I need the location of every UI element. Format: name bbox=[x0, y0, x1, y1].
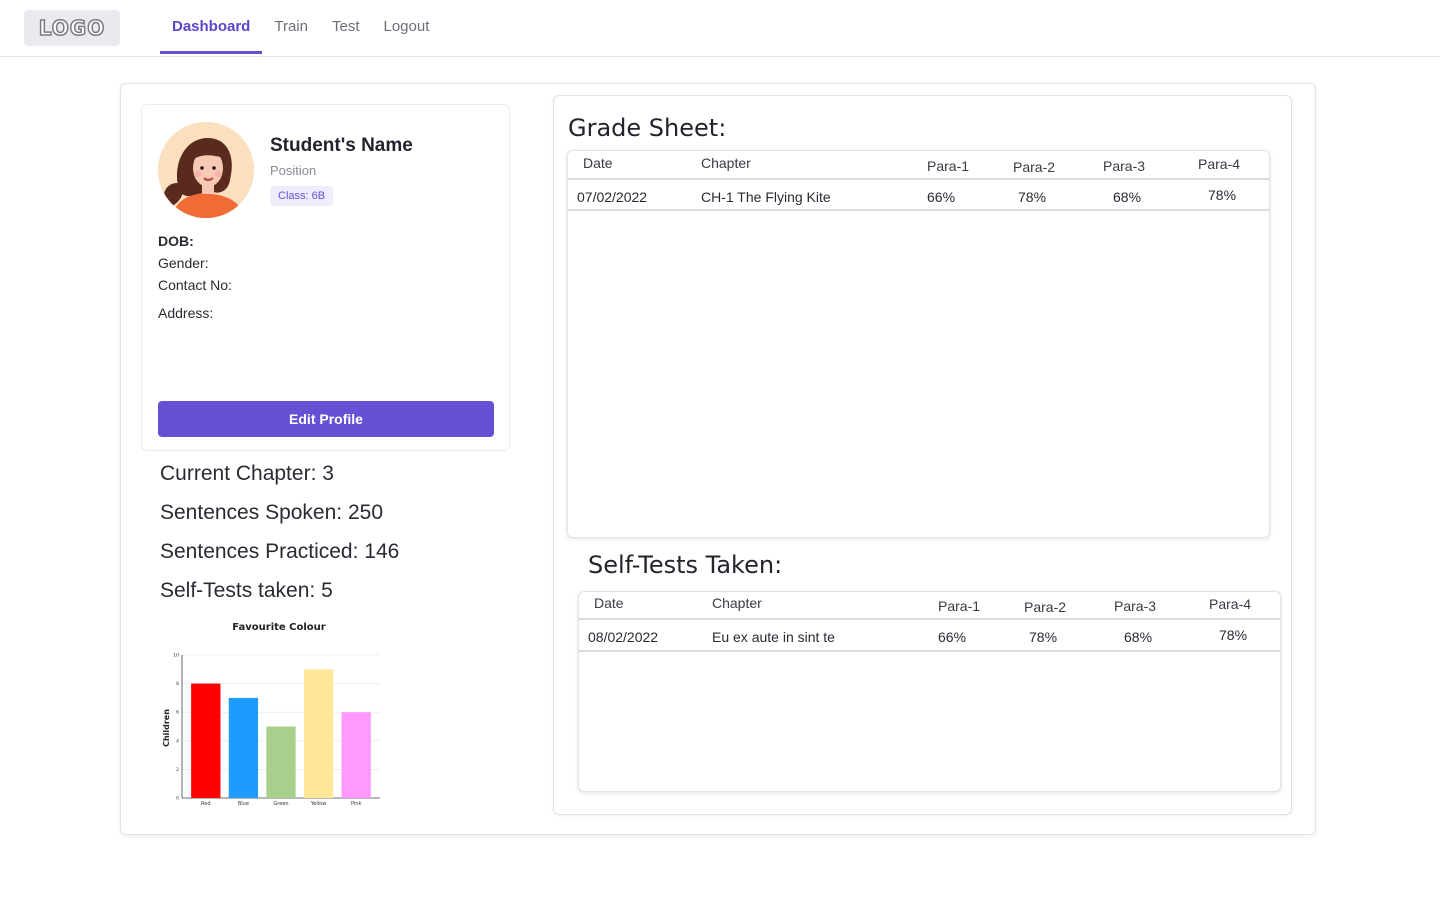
grade-cell-para4: 78% bbox=[1208, 187, 1237, 203]
grade-header-para4: Para-4 bbox=[1198, 156, 1241, 172]
grade-header-date: Date bbox=[583, 155, 613, 171]
grade-header-para3: Para-3 bbox=[1103, 158, 1146, 174]
chart-y-tick-label: 4 bbox=[176, 738, 179, 744]
selftest-header-para1: Para-1 bbox=[938, 598, 981, 614]
selftest-cell-chapter: Eu ex aute in sint te bbox=[712, 629, 835, 645]
contact-label: Contact No: bbox=[158, 277, 232, 293]
student-position: Position bbox=[270, 163, 317, 178]
grade-header-para1: Para-1 bbox=[927, 158, 970, 174]
self-tests-stat: Self-Tests taken: 5 bbox=[160, 579, 333, 602]
chart-bar-blue bbox=[228, 697, 259, 798]
avatar bbox=[158, 122, 254, 218]
sentences-spoken-stat: Sentences Spoken: 250 bbox=[160, 501, 384, 524]
selftest-cell-para3: 68% bbox=[1124, 629, 1153, 645]
selftest-row-divider bbox=[579, 650, 1280, 652]
chart-bar-pink bbox=[341, 712, 371, 798]
chart-y-tick-label: 0 bbox=[176, 796, 179, 802]
chart-y-tick-label: 2 bbox=[176, 767, 179, 773]
nav-train[interactable]: Train bbox=[262, 0, 320, 55]
class-badge: Class: 6B bbox=[270, 186, 334, 206]
nav-logout[interactable]: Logout bbox=[372, 0, 442, 55]
grade-cell-para1: 66% bbox=[927, 189, 956, 205]
chart-title: Favourite Colour bbox=[232, 622, 326, 633]
grade-cell-chapter: CH-1 The Flying Kite bbox=[701, 189, 831, 205]
grade-cell-date: 07/02/2022 bbox=[577, 189, 648, 205]
chart-x-tick-label: Blue bbox=[238, 801, 249, 807]
student-avatar-icon bbox=[158, 122, 254, 218]
chart-bar-red bbox=[191, 683, 221, 798]
selftest-header-chapter: Chapter bbox=[712, 595, 762, 611]
chart-bar-green bbox=[266, 726, 296, 798]
grade-panel: Grade Sheet: Date Chapter Para-1 Para-2 … bbox=[553, 95, 1292, 815]
nav-test[interactable]: Test bbox=[320, 0, 372, 55]
current-chapter-stat: Current Chapter: 3 bbox=[160, 462, 334, 485]
grade-row-divider bbox=[568, 209, 1269, 211]
address-label: Address: bbox=[158, 305, 214, 321]
sentences-practiced-stat: Sentences Practiced: 146 bbox=[160, 540, 400, 563]
main-nav: Dashboard Train Test Logout bbox=[160, 0, 441, 57]
student-name: Student's Name bbox=[270, 135, 413, 156]
self-tests-title: Self-Tests Taken: bbox=[588, 551, 783, 579]
edit-profile-button[interactable]: Edit Profile bbox=[158, 401, 494, 437]
chart-y-tick-label: 8 bbox=[176, 681, 179, 687]
selftest-header-divider bbox=[579, 618, 1280, 620]
chart-svg: Favourite Colour Children 0 2 4 6 8 10 Red Blue… bbox=[162, 622, 380, 807]
selftest-cell-para4: 78% bbox=[1219, 627, 1248, 643]
grade-header-para2: Para-2 bbox=[1013, 159, 1056, 175]
self-tests-table: Date Chapter Para-1 Para-2 Para-3 Para-4… bbox=[578, 591, 1281, 792]
grade-header-chapter: Chapter bbox=[701, 155, 751, 171]
chart-y-tick-label: 10 bbox=[173, 653, 179, 659]
selftest-cell-para2: 78% bbox=[1029, 629, 1058, 645]
nav-dashboard[interactable]: Dashboard bbox=[160, 0, 263, 55]
chart-x-tick-label: Pink bbox=[351, 801, 361, 807]
chart-x-tick-label: Green bbox=[273, 801, 288, 807]
chart-x-tick-label: Red bbox=[201, 801, 211, 807]
profile-card: Student's Name Position Class: 6B DOB: G… bbox=[141, 104, 510, 451]
gender-label: Gender: bbox=[158, 255, 209, 271]
chart-y-tick-label: 6 bbox=[176, 710, 179, 716]
chart-x-tick-label: Yellow bbox=[310, 801, 326, 807]
selftest-header-date: Date bbox=[594, 595, 624, 611]
top-navbar: LOGO Dashboard Train Test Logout bbox=[0, 0, 1440, 57]
grade-sheet-title: Grade Sheet: bbox=[568, 114, 727, 142]
chart-ylabel: Children bbox=[162, 709, 171, 747]
selftest-cell-para1: 66% bbox=[938, 629, 967, 645]
grade-header-divider bbox=[568, 178, 1269, 180]
selftest-cell-date: 08/02/2022 bbox=[588, 629, 659, 645]
favourite-colour-chart: Favourite Colour Children 0 2 4 6 8 10 Red Blue… bbox=[156, 614, 392, 814]
grade-sheet-table: Date Chapter Para-1 Para-2 Para-3 Para-4… bbox=[567, 150, 1270, 538]
grade-cell-para2: 78% bbox=[1018, 189, 1047, 205]
selftest-header-para4: Para-4 bbox=[1209, 596, 1252, 612]
chart-bar-yellow bbox=[303, 669, 334, 798]
dob-label: DOB: bbox=[158, 233, 194, 249]
selftest-header-para2: Para-2 bbox=[1024, 599, 1067, 615]
logo[interactable]: LOGO bbox=[24, 10, 120, 46]
selftest-header-para3: Para-3 bbox=[1114, 598, 1157, 614]
grade-cell-para3: 68% bbox=[1113, 189, 1142, 205]
